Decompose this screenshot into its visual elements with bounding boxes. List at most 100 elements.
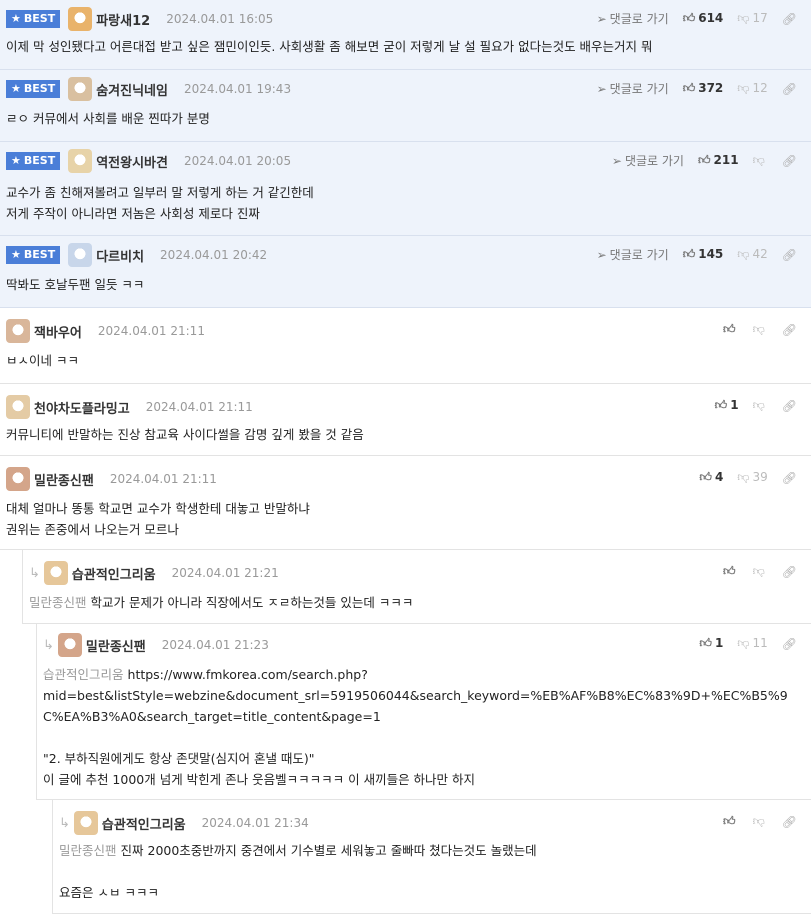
- avatar[interactable]: [68, 7, 93, 31]
- downvote-button[interactable]: 👎︎ 11: [737, 636, 767, 651]
- nickname[interactable]: 역전왕시바견: [96, 152, 168, 171]
- thumbs-up-icon: 👍︎: [714, 398, 728, 412]
- thumbs-up-icon: 👍︎: [723, 814, 736, 828]
- comment-date: 2024.04.01 21:11: [145, 400, 253, 414]
- link-icon[interactable]: 🔗︎: [782, 12, 797, 26]
- goto-reply-button[interactable]: ➢ 댓글로 가기: [597, 80, 669, 97]
- avatar[interactable]: [68, 149, 93, 173]
- goto-reply-button[interactable]: ➢ 댓글로 가기: [597, 246, 669, 263]
- comment-header: ↳ 밀란종신팬 2024.04.01 21:23: [43, 633, 269, 657]
- comment-body: 밀란종신팬 학교가 문제가 아니라 직장에서도 ㅈㄹ하는것들 있는데 ㅋㅋㅋ: [29, 592, 797, 613]
- thumbs-down-icon: 👎︎: [737, 470, 750, 484]
- upvote-button[interactable]: 👍︎ 1: [699, 636, 723, 651]
- nickname[interactable]: 밀란종신팬: [86, 636, 146, 655]
- link-icon[interactable]: 🔗︎: [782, 82, 797, 96]
- nickname[interactable]: 습관적인그리움: [102, 814, 186, 833]
- upvote-button[interactable]: 👍︎ 145: [683, 247, 724, 262]
- link-icon[interactable]: 🔗︎: [782, 637, 797, 651]
- goto-reply-label: 댓글로 가기: [609, 12, 669, 26]
- link-icon[interactable]: 🔗︎: [782, 154, 797, 168]
- link-icon[interactable]: 🔗︎: [782, 323, 797, 337]
- avatar[interactable]: [6, 319, 30, 343]
- downvote-button[interactable]: 👎︎: [753, 814, 768, 829]
- downvote-count: 17: [752, 11, 768, 25]
- downvote-button[interactable]: 👎︎ 12: [737, 81, 767, 96]
- avatar[interactable]: [68, 77, 93, 101]
- thumbs-down-icon: 👎︎: [737, 247, 750, 261]
- comment-actions: ➢ 댓글로 가기 👍︎ 211 👎︎ 🔗︎: [612, 152, 797, 169]
- nickname[interactable]: 밀란종신팬: [34, 470, 94, 489]
- best-badge: ★ BEST: [6, 246, 61, 264]
- link-icon[interactable]: 🔗︎: [782, 815, 797, 829]
- nickname[interactable]: 습관적인그리움: [72, 564, 156, 583]
- upvote-button[interactable]: 👍︎: [723, 564, 739, 579]
- nickname[interactable]: 다르비치: [96, 246, 144, 265]
- send-icon: ➢: [596, 82, 607, 96]
- comment-text: 학교가 문제가 아니라 직장에서도 ㅈㄹ하는것들 있는데 ㅋㅋㅋ: [90, 595, 414, 610]
- avatar[interactable]: [57, 633, 82, 657]
- comment: 잭바우어 2024.04.01 21:11 👍︎ 👎︎ 🔗︎ ㅂㅅ이네 ㅋㅋ: [0, 308, 811, 384]
- comment: ↳ 밀란종신팬 2024.04.01 21:23 👍︎ 1 👎︎ 11 🔗︎ 습관적인그리움 ht…: [36, 624, 811, 800]
- mention-nick[interactable]: 밀란종신팬: [29, 595, 87, 610]
- avatar[interactable]: [6, 467, 30, 491]
- downvote-button[interactable]: 👎︎: [753, 153, 768, 168]
- best-badge: ★ BEST: [6, 152, 61, 170]
- best-badge: ★ BEST: [6, 80, 61, 98]
- comment: ↳ 습관적인그리움 2024.04.01 21:21 👍︎ 👎︎ 🔗︎ 밀란종신팬 학교가 문…: [22, 550, 811, 624]
- comment-header: ★ BEST 다르비치 2024.04.01 20:42: [6, 243, 267, 267]
- comment-text: 교수가 좀 친해져볼려고 일부러 말 저렇게 하는 거 같긴한데 저게 주작이 …: [6, 185, 314, 221]
- upvote-button[interactable]: 👍︎: [723, 322, 739, 337]
- nickname[interactable]: 숨겨진닉네임: [96, 80, 168, 99]
- downvote-button[interactable]: 👎︎ 39: [737, 470, 767, 485]
- nickname[interactable]: 파랑새12: [96, 10, 150, 29]
- avatar[interactable]: [68, 243, 93, 267]
- link-icon[interactable]: 🔗︎: [782, 471, 797, 485]
- downvote-button[interactable]: 👎︎: [753, 398, 768, 413]
- best-comment: ★ BEST 역전왕시바견 2024.04.01 20:05 ➢ 댓글로 가기 👍︎ 211 👎…: [0, 142, 811, 236]
- reply-arrow-icon: ↳: [29, 565, 40, 581]
- link-icon[interactable]: 🔗︎: [782, 399, 797, 413]
- nickname[interactable]: 잭바우어: [34, 322, 82, 341]
- comment-text: ㅂㅅ이네 ㅋㅋ: [6, 353, 79, 368]
- link-icon[interactable]: 🔗︎: [782, 248, 797, 262]
- downvote-button[interactable]: 👎︎: [753, 564, 768, 579]
- avatar[interactable]: [73, 811, 98, 835]
- mention-nick[interactable]: 습관적인그리움: [43, 667, 124, 682]
- comment-text: https://www.fmkorea.com/search.php? mid=…: [43, 667, 788, 787]
- comment-header: ↳ 습관적인그리움 2024.04.01 21:34: [59, 811, 309, 835]
- best-label: BEST: [23, 82, 56, 95]
- goto-reply-button[interactable]: ➢ 댓글로 가기: [612, 152, 684, 169]
- downvote-button[interactable]: 👎︎ 17: [737, 11, 767, 26]
- star-icon: ★: [11, 82, 21, 95]
- goto-reply-button[interactable]: ➢ 댓글로 가기: [597, 10, 669, 27]
- best-label: BEST: [23, 248, 56, 261]
- comment-actions: ➢ 댓글로 가기 👍︎ 372 👎︎ 12 🔗︎: [597, 80, 797, 97]
- thumbs-down-icon: 👎︎: [752, 153, 765, 167]
- thumbs-up-icon: 👍︎: [697, 153, 711, 167]
- avatar[interactable]: [6, 395, 30, 419]
- comment-body: ㅂㅅ이네 ㅋㅋ: [6, 350, 797, 371]
- send-icon: ➢: [596, 248, 607, 262]
- comment-header: ★ BEST 파랑새12 2024.04.01 16:05: [6, 7, 274, 31]
- comment-actions: 👍︎ 1 👎︎ 11 🔗︎: [699, 636, 797, 651]
- upvote-button[interactable]: 👍︎ 4: [699, 470, 723, 485]
- thumbs-down-icon: 👎︎: [752, 398, 765, 412]
- comment-body: 대체 얼마나 똥통 학교면 교수가 학생한테 대놓고 반말하냐 권위는 존중에서…: [6, 498, 797, 540]
- comment-header: 천야차도플라밍고 2024.04.01 21:11: [6, 395, 253, 419]
- comment-date: 2024.04.01 21:11: [97, 324, 205, 338]
- goto-reply-label: 댓글로 가기: [609, 248, 669, 262]
- downvote-button[interactable]: 👎︎: [753, 322, 768, 337]
- comment-date: 2024.04.01 16:05: [166, 12, 274, 26]
- upvote-button[interactable]: 👍︎ 1: [715, 398, 739, 413]
- nickname[interactable]: 천야차도플라밍고: [34, 398, 130, 417]
- upvote-button[interactable]: 👍︎ 614: [683, 11, 724, 26]
- downvote-button[interactable]: 👎︎ 42: [737, 247, 767, 262]
- upvote-button[interactable]: 👍︎: [723, 814, 739, 829]
- mention-nick[interactable]: 밀란종신팬: [59, 843, 117, 858]
- comment-date: 2024.04.01 21:34: [201, 816, 309, 830]
- upvote-button[interactable]: 👍︎ 211: [698, 153, 739, 168]
- avatar[interactable]: [43, 561, 68, 585]
- link-icon[interactable]: 🔗︎: [782, 565, 797, 579]
- upvote-button[interactable]: 👍︎ 372: [683, 81, 724, 96]
- comment-date: 2024.04.01 21:23: [161, 638, 269, 652]
